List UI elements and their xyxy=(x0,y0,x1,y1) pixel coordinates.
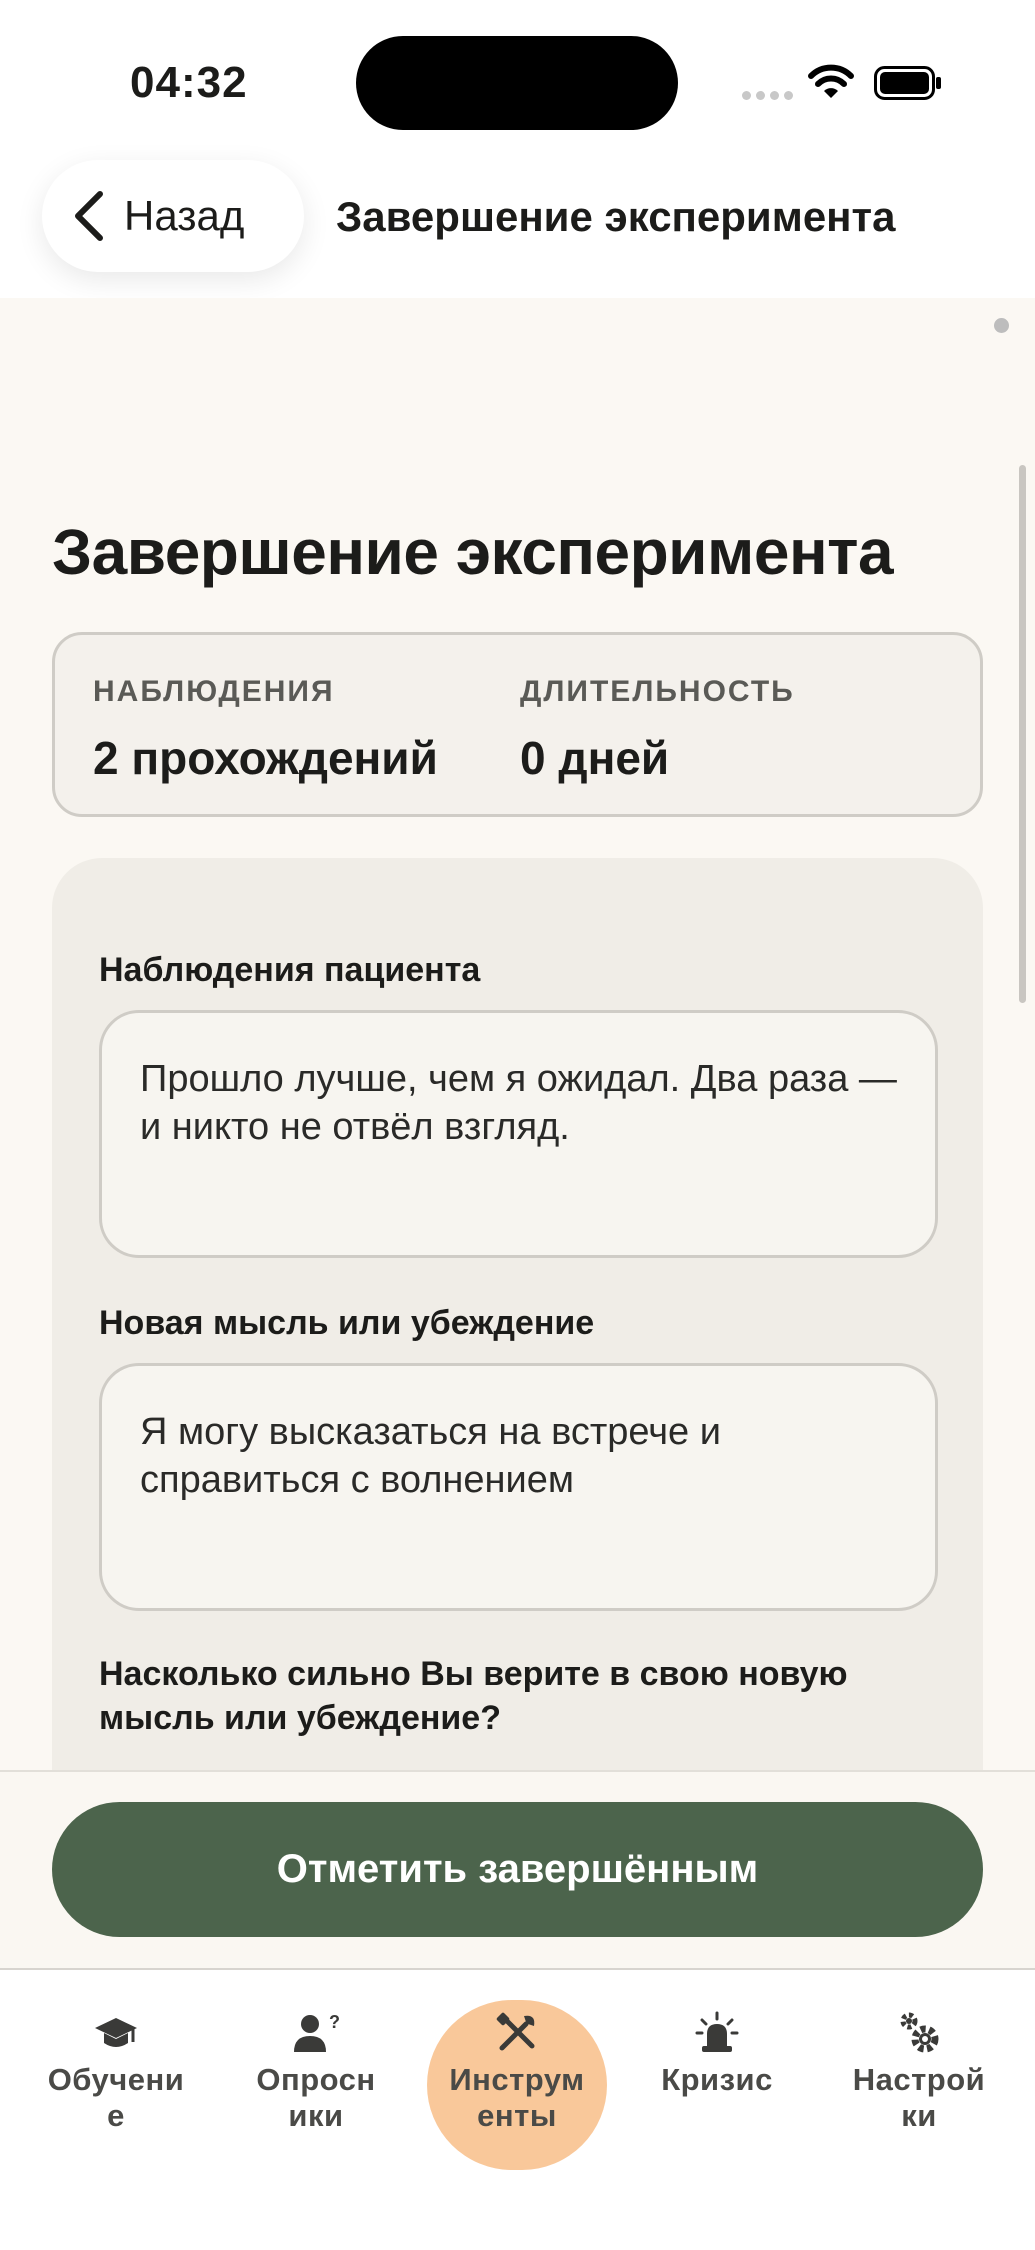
stat-duration: ДЛИТЕЛЬНОСТЬ 0 дней xyxy=(520,675,795,785)
tab-settings[interactable]: Настрой ки xyxy=(829,1990,1009,2160)
chevron-left-icon xyxy=(75,191,103,241)
nav-title: Завершение эксперимента xyxy=(336,193,896,240)
new-thought-label: Новая мысль или убеждение xyxy=(99,1304,595,1342)
tab-tools[interactable]: Инструм енты xyxy=(427,1990,607,2170)
dynamic-island xyxy=(356,36,678,130)
tools-icon xyxy=(496,2012,535,2051)
tab-learning-label: Обучени е xyxy=(47,2062,185,2133)
battery-icon xyxy=(874,66,941,100)
wifi-icon xyxy=(808,64,854,98)
tab-bar: Обучени е ? Опросн ики Инструм енты Криз… xyxy=(0,1968,1035,2250)
page-title: Завершение эксперимента xyxy=(52,516,894,588)
stat-observations-label: НАБЛЮДЕНИЯ xyxy=(93,675,335,708)
tab-tools-label: Инструм енты xyxy=(449,2062,585,2133)
tab-crisis-label: Кризис xyxy=(661,2062,773,2097)
new-thought-field[interactable]: Я могу высказаться на встрече и справить… xyxy=(99,1363,938,1611)
patient-observations-field[interactable]: Прошло лучше, чем я ожидал. Два раза — и… xyxy=(99,1010,938,1258)
tab-questionnaires[interactable]: ? Опросн ики xyxy=(226,1990,406,2160)
siren-icon xyxy=(695,2011,739,2052)
patient-observations-label: Наблюдения пациента xyxy=(99,951,481,989)
cellular-signal-icon xyxy=(742,91,793,100)
scrollbar-thumb[interactable] xyxy=(1019,465,1026,1003)
form-card: Наблюдения пациента Прошло лучше, чем я … xyxy=(52,858,983,1858)
tab-settings-label: Настрой ки xyxy=(852,2062,986,2133)
action-bar: Отметить завершённым xyxy=(0,1770,1035,1968)
stat-duration-value: 0 дней xyxy=(520,732,670,784)
status-time: 04:32 xyxy=(130,58,248,107)
stat-duration-label: ДЛИТЕЛЬНОСТЬ xyxy=(520,675,795,708)
status-bar: 04:32 xyxy=(0,0,1035,160)
tab-learning[interactable]: Обучени е xyxy=(26,1990,206,2160)
mark-complete-button[interactable]: Отметить завершённым xyxy=(52,1802,983,1937)
svg-text:?: ? xyxy=(329,2012,339,2032)
tab-questionnaires-label: Опросн ики xyxy=(256,2062,376,2133)
scroll-indicator-dot xyxy=(994,318,1009,333)
back-button-label: Назад xyxy=(124,192,245,239)
stat-observations: НАБЛЮДЕНИЯ 2 прохождений xyxy=(93,675,438,785)
graduation-cap-icon xyxy=(95,2018,137,2047)
user-question-icon: ? xyxy=(294,2012,339,2052)
gears-icon xyxy=(900,2012,939,2053)
belief-strength-question: Насколько сильно Вы верите в свою новую … xyxy=(99,1655,848,1737)
stat-observations-value: 2 прохождений xyxy=(93,732,438,784)
stats-card: НАБЛЮДЕНИЯ 2 прохождений ДЛИТЕЛЬНОСТЬ 0 … xyxy=(52,632,983,817)
tab-crisis[interactable]: Кризис xyxy=(627,1990,807,2160)
back-button[interactable]: Назад xyxy=(42,160,304,272)
